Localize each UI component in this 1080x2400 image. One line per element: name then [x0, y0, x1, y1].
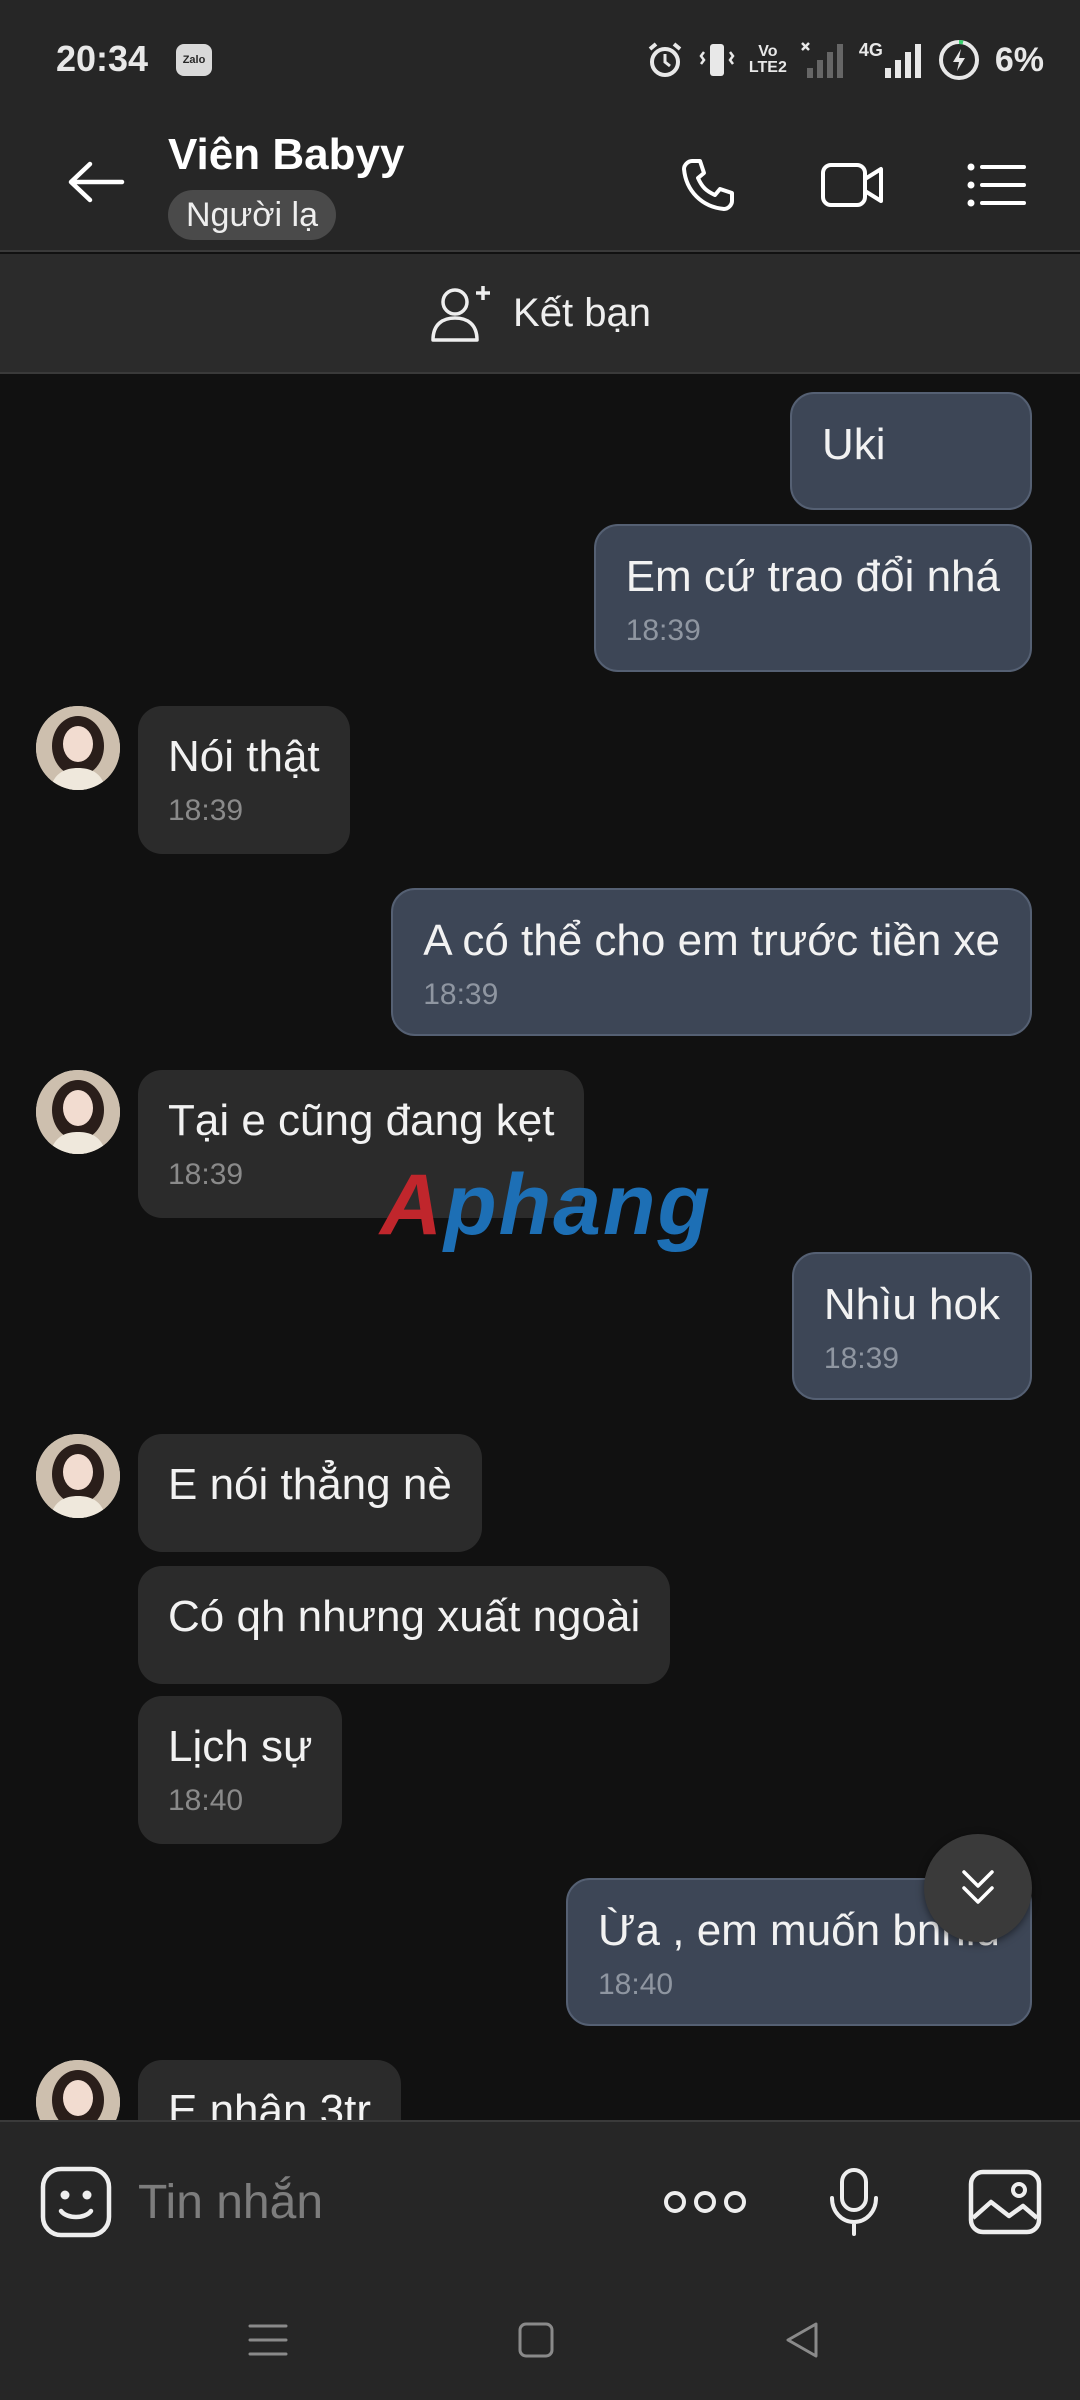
recent-apps-button[interactable]	[238, 2310, 298, 2370]
message-text: A có thể cho em trước tiền xe	[423, 916, 1000, 965]
more-button[interactable]	[660, 2162, 750, 2242]
message-bubble-outgoing[interactable]: Em cứ trao đổi nhá 18:39	[593, 524, 1032, 672]
status-time: 20:34	[56, 38, 149, 79]
message-bubble-outgoing[interactable]: A có thể cho em trước tiền xe 18:39	[391, 888, 1032, 1036]
message-input[interactable]	[138, 2170, 618, 2234]
add-friend-label: Kết bạn	[513, 290, 651, 335]
gallery-button[interactable]	[962, 2162, 1048, 2242]
message-text: E nhận 3tr	[168, 2086, 372, 2120]
scroll-to-bottom-button[interactable]	[924, 1834, 1032, 1942]
message-time: 18:40	[597, 1968, 674, 2001]
add-user-icon	[431, 286, 491, 342]
back-triangle-icon	[786, 2322, 818, 2358]
message-bubble-incoming[interactable]: E nói thẳng nè	[138, 1434, 482, 1552]
avatar[interactable]	[36, 1070, 120, 1154]
image-icon	[968, 2169, 1042, 2235]
message-bubble-incoming[interactable]: Có qh nhưng xuất ngoài	[138, 1566, 671, 1684]
microphone-icon	[830, 2168, 878, 2236]
back-button[interactable]	[56, 150, 136, 214]
message-text: Uki	[822, 420, 886, 469]
menu-button[interactable]	[956, 150, 1036, 220]
composer-bar	[0, 2120, 1080, 2280]
system-nav-bar	[0, 2280, 1080, 2400]
more-dots-icon	[664, 2191, 746, 2213]
list-menu-icon	[967, 163, 1026, 207]
message-text: Tại e cũng đang kẹt	[168, 1096, 555, 1145]
voice-call-button[interactable]	[668, 150, 748, 220]
video-camera-icon	[821, 163, 883, 207]
message-bubble-outgoing[interactable]: Uki	[790, 392, 1032, 510]
avatar-image	[36, 2060, 120, 2120]
signal-sim1-icon	[800, 42, 843, 78]
avatar-image	[36, 1434, 120, 1518]
add-friend-bar[interactable]: Kết bạn	[0, 254, 1080, 374]
status-bar: 20:34 Zalo Vo LTE2 4G 6%	[0, 0, 1080, 120]
message-bubble-outgoing[interactable]: Nhìu hok 18:39	[791, 1252, 1032, 1400]
status-icons: Vo LTE2 4G 6%	[645, 36, 1044, 84]
signal-sim2-icon: 4G	[859, 40, 923, 80]
nav-back-button[interactable]	[772, 2310, 832, 2370]
home-square-icon	[518, 2322, 554, 2358]
message-bubble-incoming[interactable]: E nhận 3tr	[138, 2060, 402, 2120]
message-time: 18:39	[423, 978, 499, 1011]
message-text: Lịch sự	[168, 1722, 313, 1771]
zalo-notification-icon: Zalo	[176, 44, 212, 76]
avatar[interactable]	[36, 2060, 120, 2120]
avatar[interactable]	[36, 706, 120, 790]
message-text: E nói thẳng nè	[168, 1460, 452, 1509]
volte-icon: Vo LTE2	[748, 43, 787, 76]
battery-level: 6%	[994, 40, 1044, 79]
avatar-image	[36, 1070, 120, 1154]
message-list[interactable]: Uki Em cứ trao đổi nhá 18:39 Nói thật 18…	[0, 376, 1080, 2120]
message-time: 18:39	[823, 1342, 899, 1375]
message-bubble-incoming[interactable]: Lịch sự 18:40	[138, 1696, 343, 1844]
contact-name[interactable]: Viên Babyy	[168, 130, 404, 180]
message-bubble-incoming[interactable]: Nói thật 18:39	[138, 706, 350, 854]
battery-charging-icon	[938, 40, 979, 80]
message-text: Có qh nhưng xuất ngoài	[168, 1592, 641, 1641]
avatar[interactable]	[36, 1434, 120, 1518]
vibrate-icon	[699, 44, 735, 76]
home-button[interactable]	[506, 2310, 566, 2370]
double-chevron-down-icon	[962, 1870, 994, 1904]
message-text: Nói thật	[168, 732, 320, 781]
phone-icon	[682, 159, 734, 211]
avatar-image	[36, 706, 120, 790]
sticker-icon	[40, 2166, 112, 2238]
message-text: Em cứ trao đổi nhá	[625, 552, 1000, 601]
recents-icon	[248, 2324, 288, 2356]
watermark-logo: Aphang	[380, 1157, 713, 1253]
alarm-icon	[648, 42, 682, 77]
message-time: 18:40	[168, 1784, 244, 1817]
message-time: 18:39	[625, 614, 701, 647]
sticker-button[interactable]	[36, 2162, 116, 2242]
arrow-left-icon	[68, 161, 125, 203]
chat-header: Viên Babyy Người lạ	[0, 120, 1080, 252]
stranger-tag: Người lạ	[168, 190, 336, 240]
video-call-button[interactable]	[812, 150, 892, 220]
voice-record-button[interactable]	[814, 2162, 894, 2242]
message-time: 18:39	[168, 794, 244, 827]
message-text: Nhìu hok	[823, 1280, 1000, 1329]
